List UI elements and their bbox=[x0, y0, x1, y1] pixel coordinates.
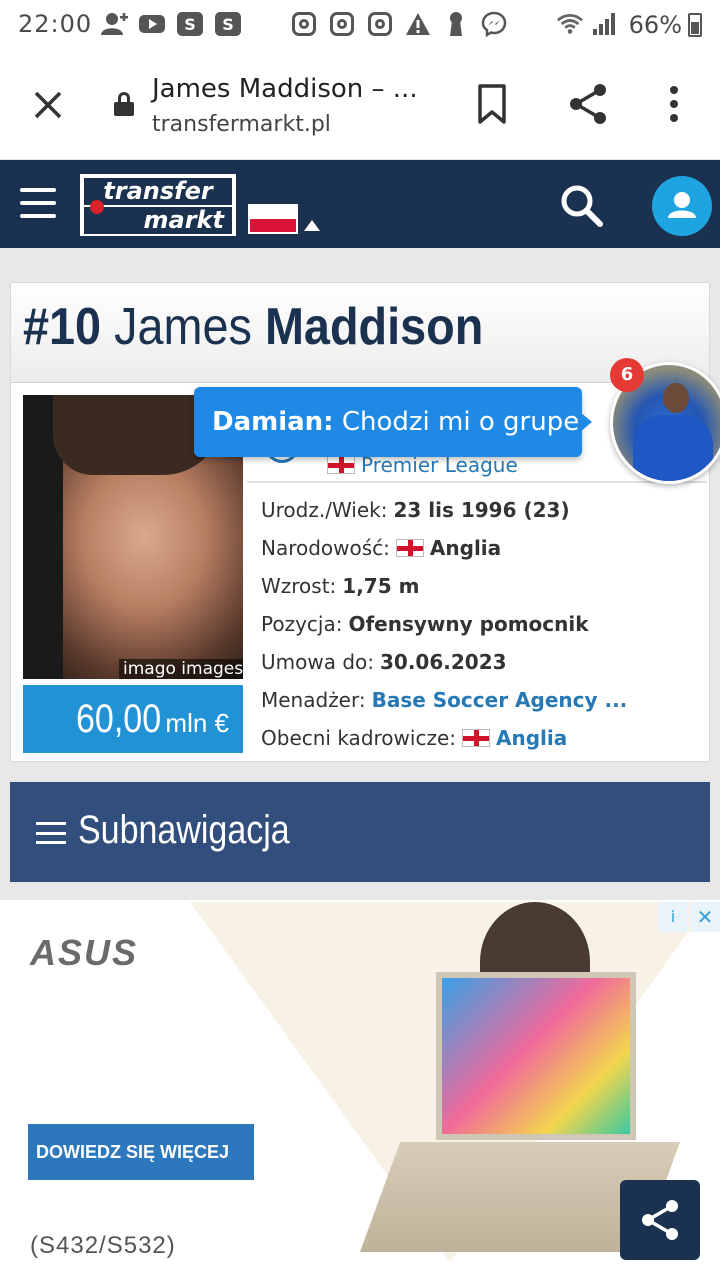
close-tab-button[interactable] bbox=[28, 85, 68, 125]
battery-percent: 66% bbox=[628, 11, 682, 39]
england-flag-icon bbox=[461, 729, 490, 747]
info-value: 23 lis 1996 (23) bbox=[393, 498, 570, 522]
info-label: Menadżer: bbox=[261, 688, 366, 712]
youtube-icon bbox=[138, 11, 166, 37]
ad-brand-logo: ASUS bbox=[30, 932, 139, 973]
share-button[interactable] bbox=[566, 82, 610, 126]
subnavigation-button[interactable]: Subnawigacja bbox=[10, 782, 710, 882]
logo-top-text: transfer bbox=[84, 178, 232, 205]
chat-message: Chodzi mi o grupe bbox=[341, 407, 580, 437]
site-menu-button[interactable] bbox=[20, 188, 56, 218]
info-label: Umowa do: bbox=[261, 650, 374, 674]
s-app-icon: S bbox=[214, 11, 242, 37]
site-header: transfer markt bbox=[0, 160, 720, 248]
england-flag-icon bbox=[327, 456, 355, 474]
info-row-birth: Urodz./Wiek: 23 lis 1996 (23) bbox=[261, 491, 701, 529]
ad-choices[interactable]: i ✕ bbox=[658, 902, 720, 932]
messenger-icon bbox=[480, 11, 508, 37]
s-app-label: S bbox=[177, 12, 203, 36]
share-icon bbox=[642, 1200, 678, 1240]
signal-icon bbox=[590, 11, 618, 37]
info-value: 1,75 m bbox=[342, 574, 420, 598]
keyhole-icon bbox=[442, 11, 470, 37]
s-app-label: S bbox=[215, 12, 241, 36]
search-button[interactable] bbox=[558, 182, 604, 228]
instagram-icon bbox=[290, 11, 318, 37]
info-label: Obecni kadrowicze: bbox=[261, 726, 456, 750]
ad-model-text: (S432/S532) bbox=[30, 1232, 176, 1259]
ad-info-icon[interactable]: i bbox=[658, 902, 688, 932]
share-icon bbox=[570, 84, 606, 124]
lock-icon bbox=[114, 92, 134, 116]
battery-indicator: 66% bbox=[629, 11, 702, 39]
advertisement[interactable]: ASUS DOWIEDZ SIĘ WIĘCEJ (S432/S532) i ✕ bbox=[0, 902, 720, 1280]
page-title[interactable]: James Maddison – ... bbox=[152, 74, 418, 104]
market-value-amount: 60,00 bbox=[75, 697, 161, 741]
info-row-agent: Menadżer: Base Soccer Agency ... bbox=[261, 681, 701, 719]
market-value[interactable]: 60,00 mln € bbox=[23, 685, 243, 753]
logo-bottom-text: markt bbox=[84, 207, 232, 234]
subnavigation-label: Subnawigacja bbox=[78, 808, 290, 852]
status-time: 22:00 bbox=[18, 10, 93, 38]
player-name: #10 James Maddison bbox=[23, 297, 483, 357]
info-value: Anglia bbox=[429, 536, 502, 560]
info-value: Ofensywny pomocnik bbox=[348, 612, 589, 636]
user-account-button[interactable] bbox=[652, 176, 712, 236]
instagram-icon bbox=[366, 11, 394, 37]
chat-bubble-tail bbox=[580, 412, 592, 432]
info-row-nationality: Narodowość: Anglia bbox=[261, 529, 701, 567]
photo-credit: imago images bbox=[119, 659, 243, 679]
divider bbox=[247, 481, 707, 483]
player-card: #10 James Maddison imago images 60,00 ml… bbox=[10, 282, 710, 762]
info-label: Urodz./Wiek: bbox=[261, 498, 388, 522]
language-caret-icon[interactable] bbox=[304, 220, 320, 231]
s-app-icon: S bbox=[176, 11, 204, 37]
search-icon bbox=[561, 185, 603, 227]
overflow-menu-button[interactable] bbox=[656, 82, 692, 126]
player-number: #10 bbox=[23, 298, 102, 356]
instagram-icon bbox=[328, 11, 356, 37]
player-header: #10 James Maddison bbox=[11, 283, 709, 383]
info-row-national-team: Obecni kadrowicze: Anglia bbox=[261, 719, 701, 757]
floating-share-button[interactable] bbox=[620, 1180, 700, 1260]
info-label: Wzrost: bbox=[261, 574, 337, 598]
status-bar: 22:00 S S 66% bbox=[0, 0, 720, 50]
chat-unread-badge: 6 bbox=[610, 358, 644, 392]
info-row-contract: Umowa do: 30.06.2023 bbox=[261, 643, 701, 681]
url-host[interactable]: transfermarkt.pl bbox=[152, 112, 331, 137]
poland-flag-icon[interactable] bbox=[248, 204, 298, 234]
info-label: Narodowość: bbox=[261, 536, 390, 560]
transfermarkt-logo[interactable]: transfer markt bbox=[80, 174, 236, 236]
warning-icon bbox=[404, 11, 432, 37]
info-row-height: Wzrost: 1,75 m bbox=[261, 567, 701, 605]
ad-laptop-image bbox=[436, 972, 636, 1140]
info-row-position: Pozycja: Ofensywny pomocnik bbox=[261, 605, 701, 643]
info-label: Pozycja: bbox=[261, 612, 343, 636]
player-last-name: Maddison bbox=[264, 298, 484, 356]
logo-ball-icon bbox=[90, 200, 104, 214]
ad-close-icon[interactable]: ✕ bbox=[690, 902, 720, 932]
bookmark-button[interactable] bbox=[474, 82, 510, 126]
player-info-list: Urodz./Wiek: 23 lis 1996 (23) Narodowość… bbox=[261, 491, 701, 757]
menu-icon bbox=[36, 822, 66, 844]
close-icon bbox=[34, 91, 62, 119]
battery-icon bbox=[688, 13, 702, 37]
browser-toolbar: James Maddison – ... transfermarkt.pl bbox=[0, 50, 720, 160]
user-icon bbox=[668, 192, 696, 218]
bookmark-icon bbox=[478, 84, 506, 124]
england-flag-icon bbox=[395, 539, 424, 557]
market-value-unit: mln € bbox=[165, 708, 229, 738]
chat-sender: Damian: bbox=[212, 407, 334, 437]
national-team-link[interactable]: Anglia bbox=[496, 726, 567, 750]
chat-message-bubble[interactable]: Damian: Chodzi mi o grupe bbox=[194, 387, 582, 457]
ad-cta-button[interactable]: DOWIEDZ SIĘ WIĘCEJ bbox=[28, 1124, 254, 1180]
player-first-name: James bbox=[114, 298, 252, 356]
agent-link[interactable]: Base Soccer Agency ... bbox=[372, 688, 628, 712]
wifi-icon bbox=[556, 11, 584, 37]
info-value: 30.06.2023 bbox=[380, 650, 507, 674]
add-person-icon bbox=[100, 11, 128, 37]
